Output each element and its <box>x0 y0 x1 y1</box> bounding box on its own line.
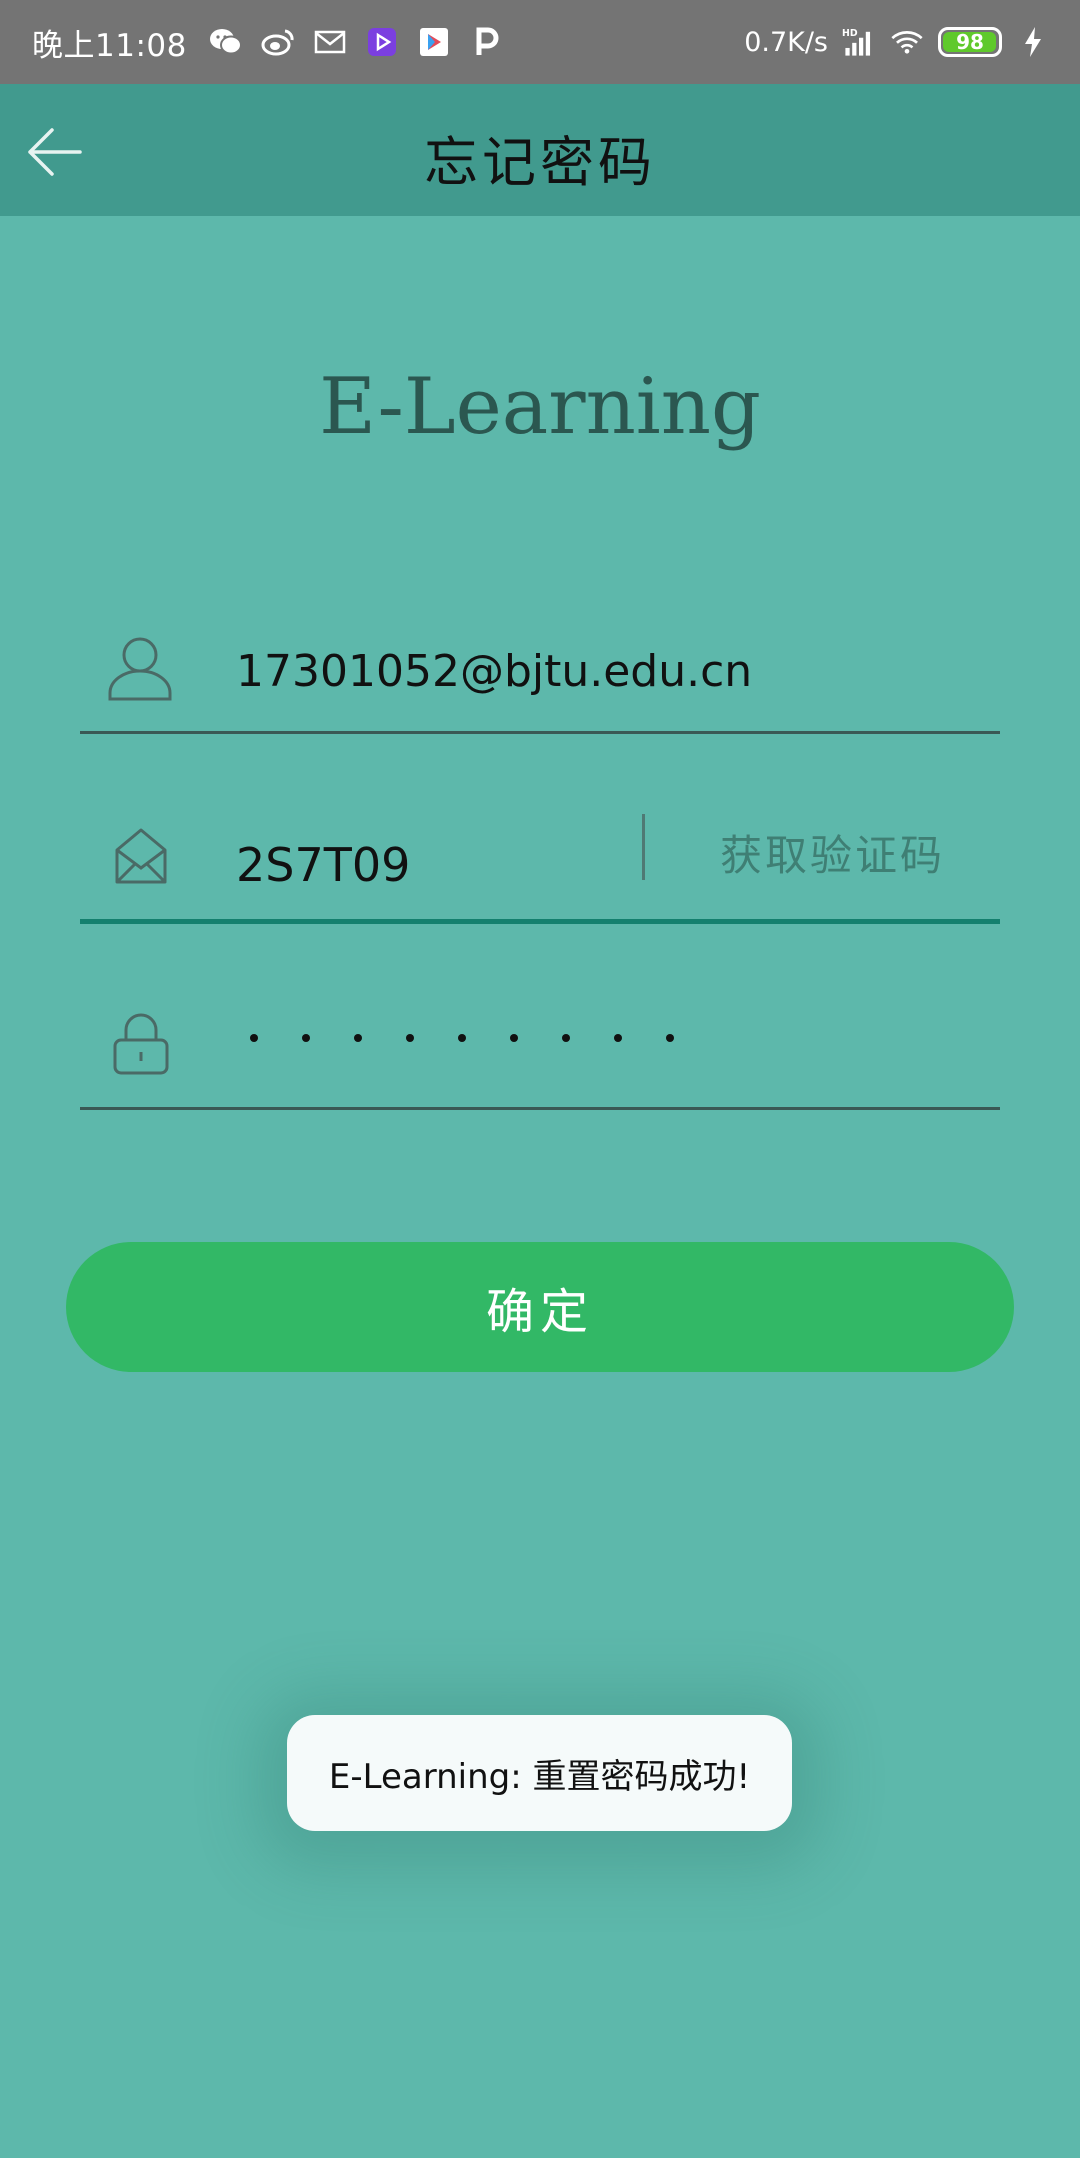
user-icon <box>106 633 174 701</box>
toast-message: E-Learning: 重置密码成功! <box>287 1715 792 1831</box>
weibo-icon <box>261 25 295 59</box>
charging-icon <box>1016 25 1050 59</box>
battery-level: 98 <box>956 30 984 54</box>
status-bar: 晚上11:08 0.7K/s HD 98 <box>0 0 1080 84</box>
status-right: 0.7K/s HD 98 <box>744 0 1050 84</box>
network-speed: 0.7K/s <box>744 26 828 58</box>
email-field[interactable]: 17301052@bjtu.edu.cn <box>80 620 1000 734</box>
status-time: 晚上11:08 <box>32 27 187 64</box>
svg-text:HD: HD <box>842 28 858 39</box>
password-mask-dot <box>458 1034 466 1042</box>
code-underline-focused <box>80 919 1000 924</box>
password-mask-dot <box>510 1034 518 1042</box>
verification-code-input[interactable]: 2S7T09 <box>236 838 410 892</box>
password-mask-dot <box>302 1034 310 1042</box>
email-underline <box>80 731 1000 734</box>
get-code-button[interactable]: 获取验证码 <box>720 822 945 883</box>
verification-code-field[interactable]: 2S7T09 获取验证码 <box>80 800 1000 924</box>
password-mask-dot <box>666 1034 674 1042</box>
password-field[interactable] <box>80 1000 1000 1110</box>
password-underline <box>80 1107 1000 1110</box>
mail-icon <box>313 25 347 59</box>
app-logo-text: E-Learning <box>319 362 761 452</box>
battery-indicator: 98 <box>938 27 1002 57</box>
video-app-icon <box>365 25 399 59</box>
play-store-icon <box>417 25 451 59</box>
password-mask-dot <box>562 1034 570 1042</box>
envelope-icon <box>114 826 168 886</box>
password-mask-dot <box>614 1034 622 1042</box>
password-mask-dot <box>250 1034 258 1042</box>
wechat-icon <box>209 25 243 59</box>
password-mask-dot <box>406 1034 414 1042</box>
wifi-icon <box>890 25 924 59</box>
email-input[interactable]: 17301052@bjtu.edu.cn <box>236 646 752 697</box>
page-title: 忘记密码 <box>424 131 656 194</box>
password-mask-dot <box>354 1034 362 1042</box>
password-input[interactable] <box>250 1034 674 1054</box>
status-left: 晚上11:08 <box>32 0 503 84</box>
p-app-icon <box>469 25 503 59</box>
hd-signal-icon: HD <box>842 25 876 59</box>
lock-icon <box>112 1012 170 1076</box>
app-bar: 忘记密码 <box>0 84 1080 216</box>
confirm-button[interactable]: 确定 <box>66 1242 1014 1372</box>
code-divider <box>642 814 645 880</box>
